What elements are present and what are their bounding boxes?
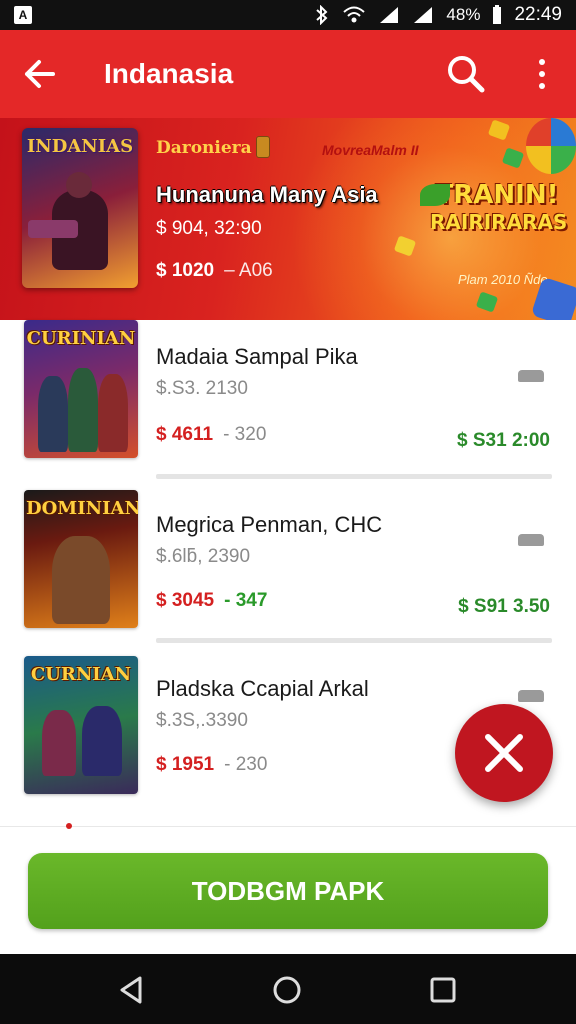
primary-action-button[interactable]: TODBGM PAPK [28,853,548,929]
battery-icon [493,5,502,24]
divider [156,474,552,479]
clock: 22:49 [514,4,562,25]
item-thumbnail[interactable]: DOMINIAN [24,490,138,628]
dot-icon [539,83,545,89]
item-thumbnail[interactable]: CURNIAN [24,656,138,794]
featured-price-line: $ 904, 32:90 [156,218,262,239]
home-nav-icon[interactable] [271,974,303,1006]
item-price: $ 3045 - 347 [156,590,267,612]
hero-figure [82,706,122,776]
hero-figure [42,710,76,776]
battery-percent: 48% [446,5,481,24]
cart-icon[interactable] [518,534,544,546]
item-subtitle: $.S3. 2130 [156,378,248,399]
close-button[interactable] [455,704,553,802]
dot-icon [539,71,545,77]
featured-cover-image[interactable]: INDANIAS [22,128,138,288]
dot-icon [539,59,545,65]
arrow-left-icon [25,60,55,88]
item-title: Madaia Sampal Pika [156,344,358,369]
item-total: $ S31 2:00 [457,430,550,451]
game-logo-line-2: RAIRIRARAS [430,210,568,234]
featured-price-main: $ 1020 [156,260,215,281]
brand-label: Daroniera [156,138,252,158]
search-icon [448,56,485,93]
close-icon [485,734,523,772]
promo-text: MovreaMalm II [322,142,419,158]
featured-price-line-2: $ 1020 – A06 [156,260,273,282]
game-logo: TRANIN! RAIRIRARAS [420,180,568,260]
thumbnail-title: CURINIAN [26,328,136,349]
bluetooth-icon [316,5,328,25]
item-subtitle: $.6lƃ, 2390 [156,546,251,567]
page-title: Indanasia [104,58,234,89]
item-price-change: - 230 [224,754,268,775]
item-title: Pladska Ccapial Arkal [156,676,369,701]
cart-icon[interactable] [518,370,544,382]
item-subtitle: $.3S,.3390 [156,710,248,731]
thumbnail-title: DOMINIAN [26,498,138,519]
item-total: $ S91 3.50 [458,596,550,617]
bottom-action-area: TODBGM PAPK [0,823,576,954]
cover-title: INDANIAS [26,136,134,157]
signal-icon-2 [414,7,433,23]
item-price-red: $ 1951 [156,754,215,775]
featured-name: Hunanuna Many Asia [156,182,378,207]
system-nav-bar [0,954,576,1024]
hero-figure [38,376,68,452]
featured-banner[interactable]: INDANIAS Daroniera MovreaMalm II Hunanun… [0,118,576,320]
back-nav-icon[interactable] [116,974,148,1006]
thumbnail-title: CURNIAN [30,664,132,685]
signal-icon [380,7,399,23]
cart-icon[interactable] [518,690,544,702]
app-bar: Indanasia [0,30,576,118]
item-price: $ 1951 - 230 [156,754,267,776]
hero-figure [98,374,128,452]
item-price-red: $ 4611 [156,424,214,445]
divider [156,638,552,643]
weapon-figure [28,220,78,238]
status-bar: A 48% 22:49 [0,0,576,30]
back-button[interactable] [0,30,80,118]
wifi-icon [343,6,366,23]
item-price: $ 4611 - 320 [156,424,266,446]
item-thumbnail[interactable]: CURINIAN [24,320,138,458]
list-item[interactable]: CURINIAN Madaia Sampal Pika $.S3. 2130 $… [0,320,576,480]
indicator-dot [66,823,72,829]
leaf-icon [420,184,450,206]
item-title: Megrica Penman, CHC [156,512,383,537]
item-price-change: - 320 [223,424,267,445]
search-button[interactable] [444,52,488,96]
game-logo-line-1: TRANIN! [435,180,559,210]
featured-price-dim: – A06 [224,260,273,281]
item-price-red: $ 3045 [156,590,215,611]
hero-figure [68,368,98,452]
item-price-change: - 347 [224,590,268,611]
recents-nav-icon[interactable] [427,974,459,1006]
trophy-icon [256,136,270,158]
hero-figure [52,536,110,624]
more-options-button[interactable] [524,52,560,96]
list-item[interactable]: DOMINIAN Megrica Penman, CHC $.6lƃ, 2390… [0,488,576,648]
ball-icon [526,118,576,174]
game-tagline: Plam 2010 Ñde [458,272,548,287]
notification-icon: A [14,6,32,24]
